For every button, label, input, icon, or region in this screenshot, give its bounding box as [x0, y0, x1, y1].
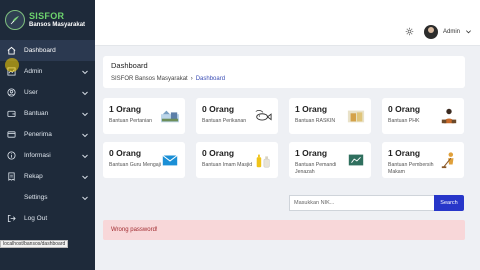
- stat-card-perikanan[interactable]: 0 Orang Bantuan Perikanan: [196, 98, 278, 134]
- sidebar-item-label: Informasi: [24, 152, 51, 159]
- rice-icon: [347, 110, 365, 123]
- sidebar-item-label: Dashboard: [24, 47, 56, 54]
- browser-status-bar: localhost/bansos/dashboard: [0, 240, 69, 248]
- sidebar-item-rekap[interactable]: Rekap: [0, 166, 95, 187]
- worker-icon: [441, 108, 457, 124]
- topbar: Admin: [95, 18, 480, 46]
- stat-card-phk[interactable]: 0 Orang Bantuan PHK: [382, 98, 464, 134]
- gear-icon[interactable]: [405, 23, 414, 41]
- fish-icon: [255, 110, 272, 121]
- home-icon: [6, 46, 16, 56]
- farm-icon: [161, 110, 179, 123]
- chevron-down-icon: [82, 154, 88, 158]
- card-icon: [6, 130, 16, 140]
- logout-icon: [6, 214, 16, 224]
- stat-label: Bantuan Imam Masjid: [202, 162, 253, 168]
- user-name: Admin: [442, 28, 460, 35]
- chevron-down-icon: [82, 133, 88, 137]
- stat-label: Bantuan Pembersih Makam: [388, 162, 434, 176]
- page-header: Dashboard SISFOR Bansos Masyarakat › Das…: [103, 56, 465, 88]
- info-icon: [6, 151, 16, 161]
- breadcrumb: SISFOR Bansos Masyarakat › Dashboard: [111, 76, 457, 82]
- sidebar-item-label: Log Out: [24, 215, 48, 222]
- sidebar-item-label: Rekap: [24, 173, 43, 180]
- sidebar-item-label: Admin: [24, 68, 43, 75]
- nik-search: Search: [289, 195, 464, 211]
- mail-icon: [162, 155, 178, 166]
- stat-card-pemandi-jenazah[interactable]: 1 Orang Bantuan Pemandi Jenazah: [289, 142, 371, 178]
- receipt-icon: [6, 172, 16, 182]
- cursor-highlight: [5, 58, 19, 72]
- user-menu[interactable]: Admin: [423, 24, 472, 39]
- stat-card-pertanian[interactable]: 1 Orang Bantuan Pertanian: [103, 98, 185, 134]
- brand-name: SISFOR: [29, 11, 65, 21]
- stat-label: Bantuan Pemandi Jenazah: [295, 162, 337, 176]
- sidebar-item-label: Settings: [24, 194, 48, 201]
- presentation-icon: [348, 154, 364, 166]
- settings-blank-icon: [6, 193, 16, 203]
- sidebar-item-label: Penerima: [24, 131, 52, 138]
- chevron-down-icon: [82, 175, 88, 179]
- stat-label: Bantuan Pertanian: [109, 118, 152, 124]
- avatar: [423, 24, 438, 39]
- sweeper-icon: [441, 152, 454, 169]
- search-button[interactable]: Search: [434, 195, 464, 211]
- sidebar-item-label: User: [24, 89, 38, 96]
- wallet-icon: [6, 109, 16, 119]
- user-icon: [6, 88, 16, 98]
- sidebar-item-settings[interactable]: Settings: [0, 187, 95, 208]
- stat-card-guru-mengaji[interactable]: 0 Orang Bantuan Guru Mengaji: [103, 142, 185, 178]
- breadcrumb-home[interactable]: SISFOR Bansos Masyarakat: [111, 76, 188, 82]
- brand-logo-icon: [5, 10, 25, 30]
- stat-label: Bantuan Guru Mengaji: [109, 162, 161, 168]
- sidebar-item-informasi[interactable]: Informasi: [0, 145, 95, 166]
- chevron-down-icon: [82, 112, 88, 116]
- sidebar: SISFOR Bansos Masyarakat Dashboard Admin…: [0, 0, 95, 270]
- stat-card-imam-masjid[interactable]: 0 Orang Bantuan Imam Masjid: [196, 142, 278, 178]
- page-title: Dashboard: [111, 61, 148, 70]
- error-alert: Wrong password!: [103, 220, 465, 240]
- stat-card-pembersih-makam[interactable]: 1 Orang Bantuan Pembersih Makam: [382, 142, 464, 178]
- breadcrumb-current: Dashboard: [195, 76, 226, 82]
- chevron-down-icon: [82, 196, 88, 200]
- sidebar-item-label: Bantuan: [24, 110, 49, 117]
- stat-label: Bantuan Perikanan: [202, 118, 247, 124]
- chevron-down-icon: [82, 70, 88, 74]
- breadcrumb-separator: ›: [190, 76, 193, 82]
- stat-label: Bantuan PHK: [388, 118, 420, 124]
- stat-card-raskin[interactable]: 1 Orang Bantuan RASKIN: [289, 98, 371, 134]
- chevron-down-icon: [82, 91, 88, 95]
- brand[interactable]: SISFOR Bansos Masyarakat: [0, 0, 95, 40]
- sidebar-item-bantuan[interactable]: Bantuan: [0, 103, 95, 124]
- stat-label: Bantuan RASKIN: [295, 118, 336, 124]
- bottles-icon: [256, 154, 270, 168]
- sidebar-item-user[interactable]: User: [0, 82, 95, 103]
- status-url: localhost/bansos/dashboard: [3, 241, 66, 247]
- alert-message: Wrong password!: [111, 227, 158, 233]
- brand-subtitle: Bansos Masyarakat: [29, 22, 86, 28]
- chevron-down-icon: [466, 30, 471, 34]
- search-input[interactable]: [289, 195, 434, 211]
- sidebar-item-logout[interactable]: Log Out: [0, 208, 95, 229]
- sidebar-item-penerima[interactable]: Penerima: [0, 124, 95, 145]
